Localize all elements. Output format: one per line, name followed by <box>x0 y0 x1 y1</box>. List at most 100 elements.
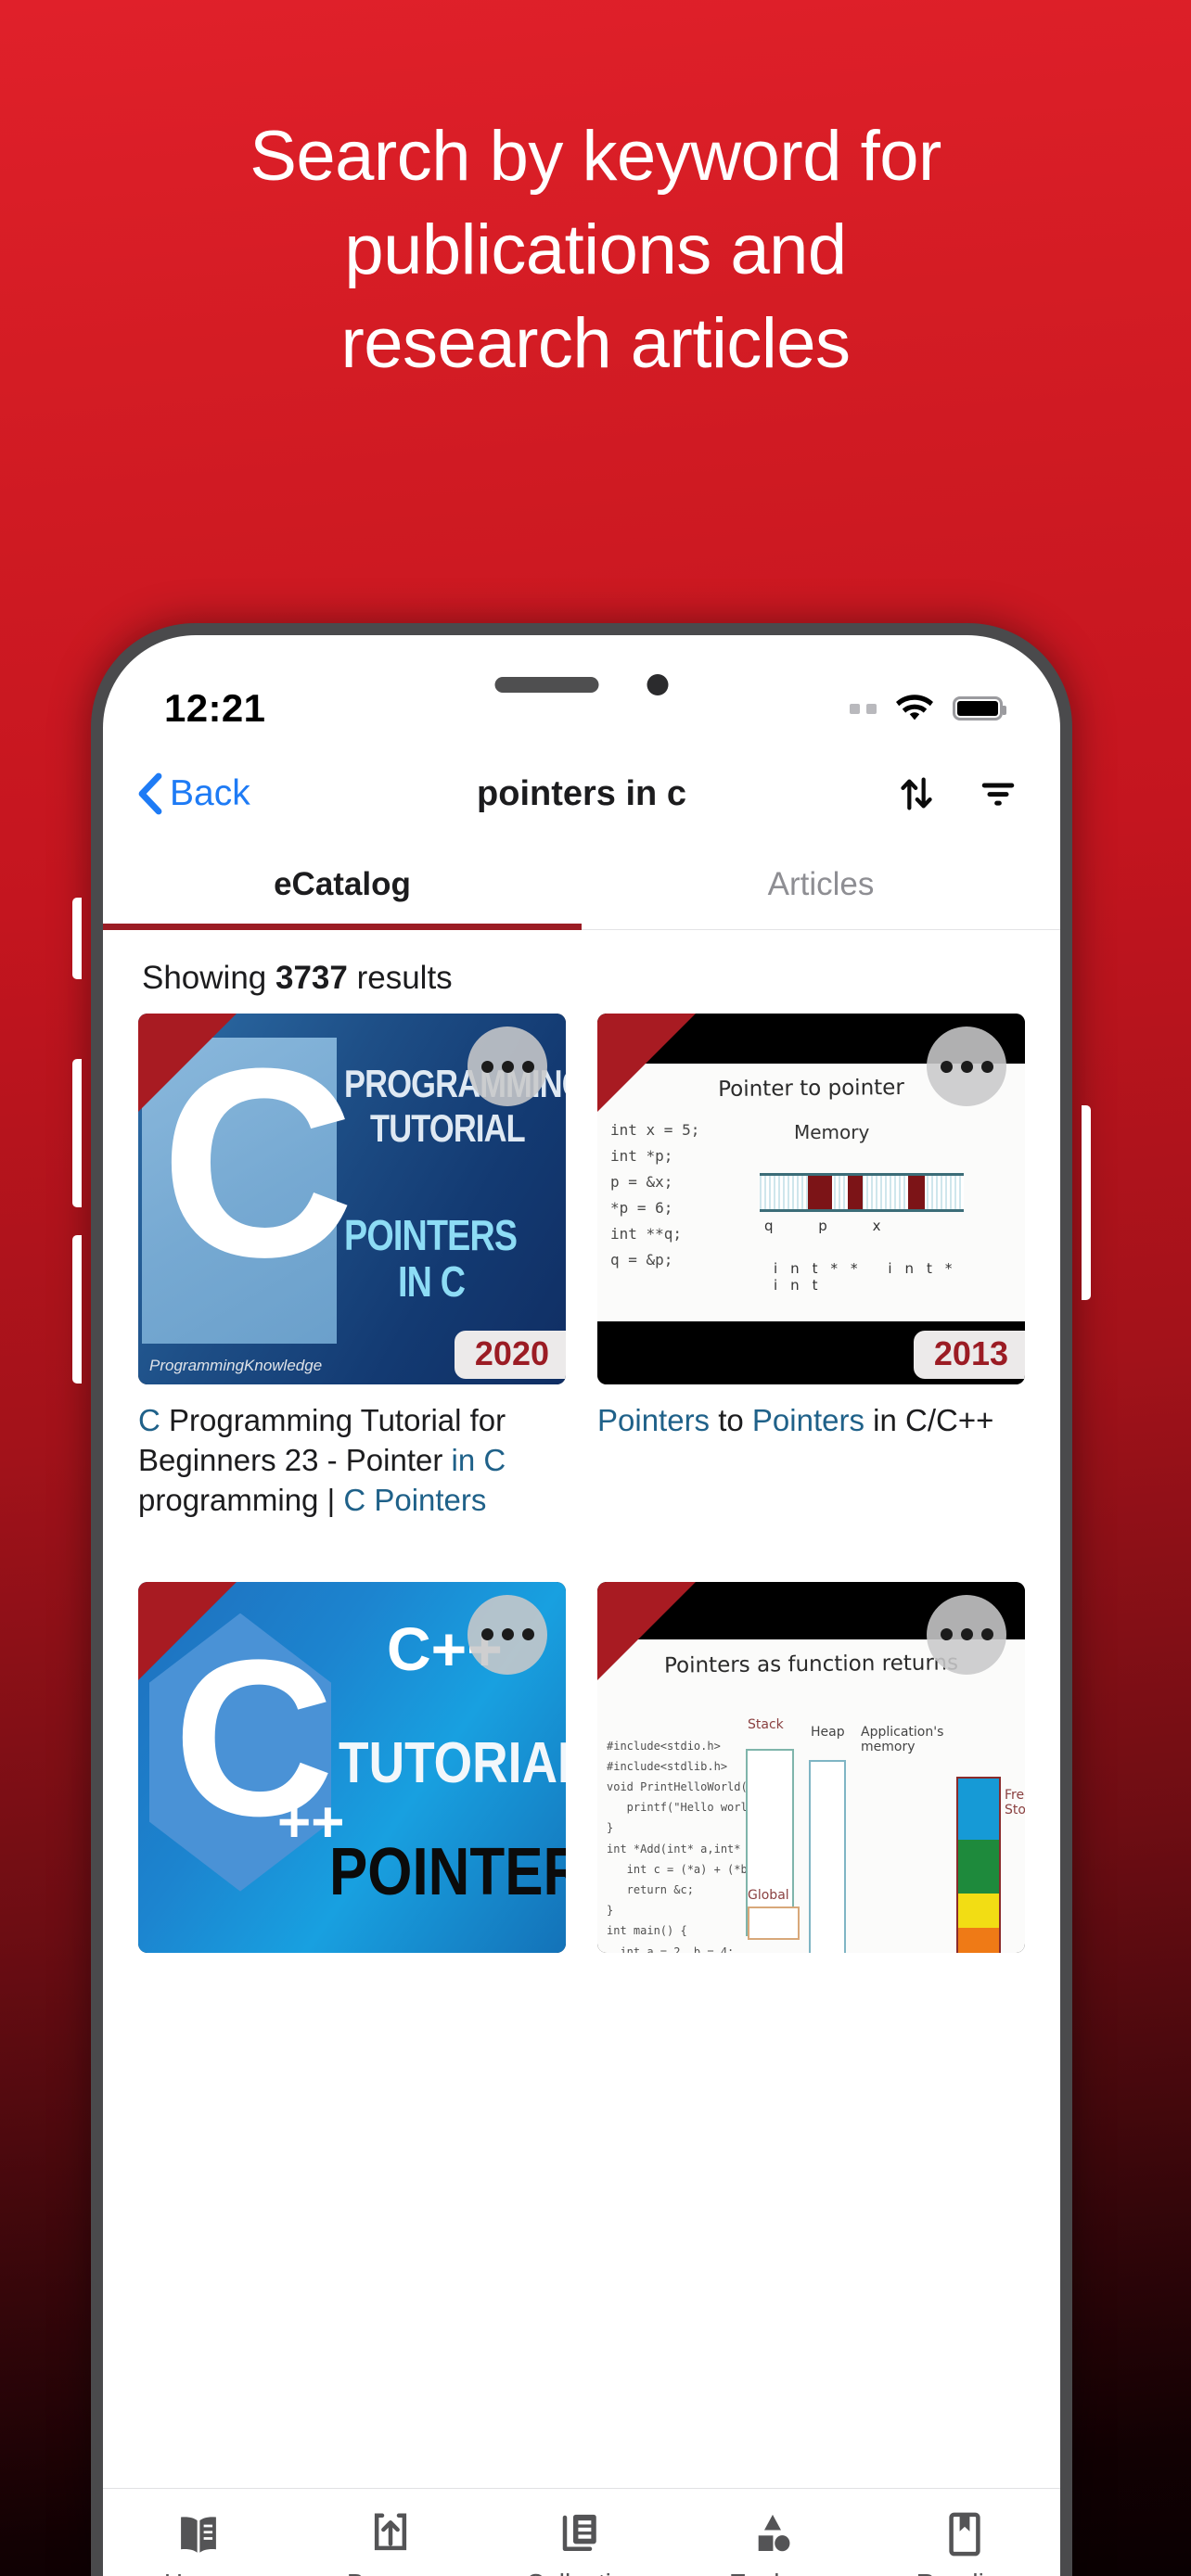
result-thumbnail[interactable]: Pointers as function returns #include<st… <box>597 1581 1025 1953</box>
corner-ribbon <box>597 1581 696 1680</box>
thumb-wb2-heap-box <box>809 1759 846 1953</box>
thumb-cpp-line1: TUTORIAL <box>339 1730 566 1795</box>
collections-icon <box>562 2514 596 2551</box>
thumb-wb-memory-label: Memory <box>794 1121 870 1143</box>
corner-ribbon <box>138 1581 237 1680</box>
year-badge: 2020 <box>454 1331 566 1379</box>
thumb-c-line2: TUTORIAL <box>370 1106 526 1150</box>
thumb-c-watermark: ProgrammingKnowledge <box>149 1357 323 1374</box>
thumb-wb2-memory-column <box>956 1776 1001 1953</box>
title-kw: in C <box>451 1442 506 1477</box>
tabbar-label-collections: Collections <box>526 2569 653 2576</box>
thumb-wb2-heap-label: Heap <box>811 1724 845 1740</box>
results-area[interactable]: Showing 3737 results C PROGRAMMING TUTOR… <box>103 930 1060 2488</box>
tab-ecatalog-label: eCatalog <box>274 865 411 902</box>
more-options-icon[interactable] <box>927 1594 1006 1675</box>
promo-headline: Search by keyword for publications and r… <box>0 109 1191 390</box>
title-kw: C <box>138 1403 160 1437</box>
back-button[interactable]: Back <box>136 772 250 815</box>
front-camera <box>647 674 669 695</box>
tabbar-item-home[interactable]: Home <box>103 2509 294 2576</box>
signal-dots-icon <box>850 703 877 714</box>
title-text: in <box>864 1403 906 1437</box>
thumb-wb2-stack-label: Stack <box>748 1716 784 1732</box>
chevron-left-icon <box>138 772 162 815</box>
tabbar-label-browse: Browse <box>347 2569 433 2576</box>
notch <box>494 674 669 695</box>
bottom-tab-bar: Home Browse Collections <box>103 2488 1060 2576</box>
year-badge: 2013 <box>913 1331 1025 1379</box>
thumb-wb-code: int x = 5; int *p; p = &x; *p = 6; int *… <box>610 1121 700 1269</box>
tabbar-label-home: Home <box>164 2569 234 2576</box>
phone-mockup: 12:21 Back pointers in c eCatalog Articl… <box>72 623 1091 2576</box>
more-options-icon[interactable] <box>467 1594 547 1675</box>
result-card[interactable]: C PROGRAMMING TUTORIAL POINTERS IN C Pro… <box>138 1014 566 1521</box>
more-options-icon[interactable] <box>927 1027 1006 1106</box>
earpiece-speaker <box>494 677 599 693</box>
result-title[interactable]: C Programming Tutorial for Beginners 23 … <box>138 1401 566 1521</box>
back-button-label: Back <box>170 773 250 813</box>
result-thumbnail[interactable]: C ++ C++ TUTORIAL POINTERS <box>138 1581 566 1953</box>
thumb-c-line3: POINTERS <box>344 1211 518 1259</box>
tab-articles[interactable]: Articles <box>582 839 1060 929</box>
headline-line-1: Search by keyword for <box>250 117 941 196</box>
result-thumbnail[interactable]: Pointer to pointer int x = 5; int *p; p … <box>597 1014 1025 1384</box>
thumb-c-line4: IN C <box>398 1257 466 1306</box>
navigation-bar: Back pointers in c <box>103 748 1060 839</box>
tabbar-item-explore[interactable]: Explore <box>677 2509 868 2576</box>
result-card[interactable]: Pointer to pointer int x = 5; int *p; p … <box>597 1014 1025 1521</box>
battery-icon <box>953 696 1006 721</box>
results-count: Showing 3737 results <box>103 930 1060 1014</box>
sort-arrows-icon[interactable] <box>895 772 938 815</box>
title-text: programming | <box>138 1482 344 1517</box>
results-count-number: 3737 <box>275 960 348 996</box>
result-title[interactable]: Pointers to Pointers in C/C++ <box>597 1401 1025 1441</box>
title-text: to <box>710 1403 752 1437</box>
tabbar-label-explore: Explore <box>729 2569 817 2576</box>
thumb-wb2-freestore-label: Free Store <box>1005 1787 1025 1817</box>
phone-screen: 12:21 Back pointers in c eCatalog Articl… <box>103 635 1060 2576</box>
status-bar: 12:21 <box>103 635 1060 748</box>
thumb-wb2-global-label: Global <box>748 1887 789 1903</box>
results-count-suffix: results <box>347 960 453 996</box>
tab-articles-label: Articles <box>767 865 875 902</box>
volume-down-button[interactable] <box>72 1235 82 1384</box>
wifi-icon <box>896 695 933 721</box>
filter-icon[interactable] <box>977 772 1019 815</box>
tabbar-item-collections[interactable]: Collections <box>486 2509 677 2576</box>
thumb-wb-memory-strip <box>760 1173 964 1212</box>
corner-ribbon <box>597 1014 696 1112</box>
segmented-tabs: eCatalog Articles <box>103 839 1060 930</box>
tab-ecatalog[interactable]: eCatalog <box>103 839 582 930</box>
browse-upload-icon <box>374 2513 406 2551</box>
result-card[interactable]: Pointers as function returns #include<st… <box>597 1581 1025 1953</box>
result-thumbnail[interactable]: C PROGRAMMING TUTORIAL POINTERS IN C Pro… <box>138 1014 566 1384</box>
bookmark-icon <box>949 2512 980 2557</box>
thumb-wb2-appmem-label: Application's memory <box>861 1724 944 1754</box>
corner-ribbon <box>138 1014 237 1112</box>
volume-up-button[interactable] <box>72 1059 82 1207</box>
nav-actions <box>895 772 1019 815</box>
title-kw: Pointers <box>597 1403 711 1437</box>
headline-line-3: research articles <box>340 304 851 384</box>
status-indicators <box>850 692 1006 725</box>
status-time: 12:21 <box>164 686 266 730</box>
open-book-icon <box>181 2517 217 2553</box>
title-kw: C Pointers <box>343 1482 487 1517</box>
tabbar-item-browse[interactable]: Browse <box>294 2509 485 2576</box>
results-count-prefix: Showing <box>142 960 275 996</box>
thumb-cpp-line2: POINTERS <box>329 1834 566 1909</box>
power-button[interactable] <box>1082 1105 1091 1300</box>
title-text: C/C++ <box>905 1403 994 1437</box>
headline-line-2: publications and <box>344 210 847 290</box>
thumb-wb2-global-box <box>748 1906 800 1940</box>
thumb-sheet: Pointers as function returns #include<st… <box>597 1639 1025 1953</box>
result-card[interactable]: C ++ C++ TUTORIAL POINTERS <box>138 1581 566 1953</box>
explore-shapes-icon <box>759 2514 790 2552</box>
page-title: pointers in c <box>477 773 686 813</box>
tabbar-item-reading-list[interactable]: Reading List <box>869 2509 1060 2576</box>
title-kw: Pointers <box>751 1403 864 1437</box>
silencer-switch[interactable] <box>72 898 82 979</box>
more-options-icon[interactable] <box>467 1027 547 1106</box>
thumb-wb-vars: q p x <box>764 1218 902 1234</box>
